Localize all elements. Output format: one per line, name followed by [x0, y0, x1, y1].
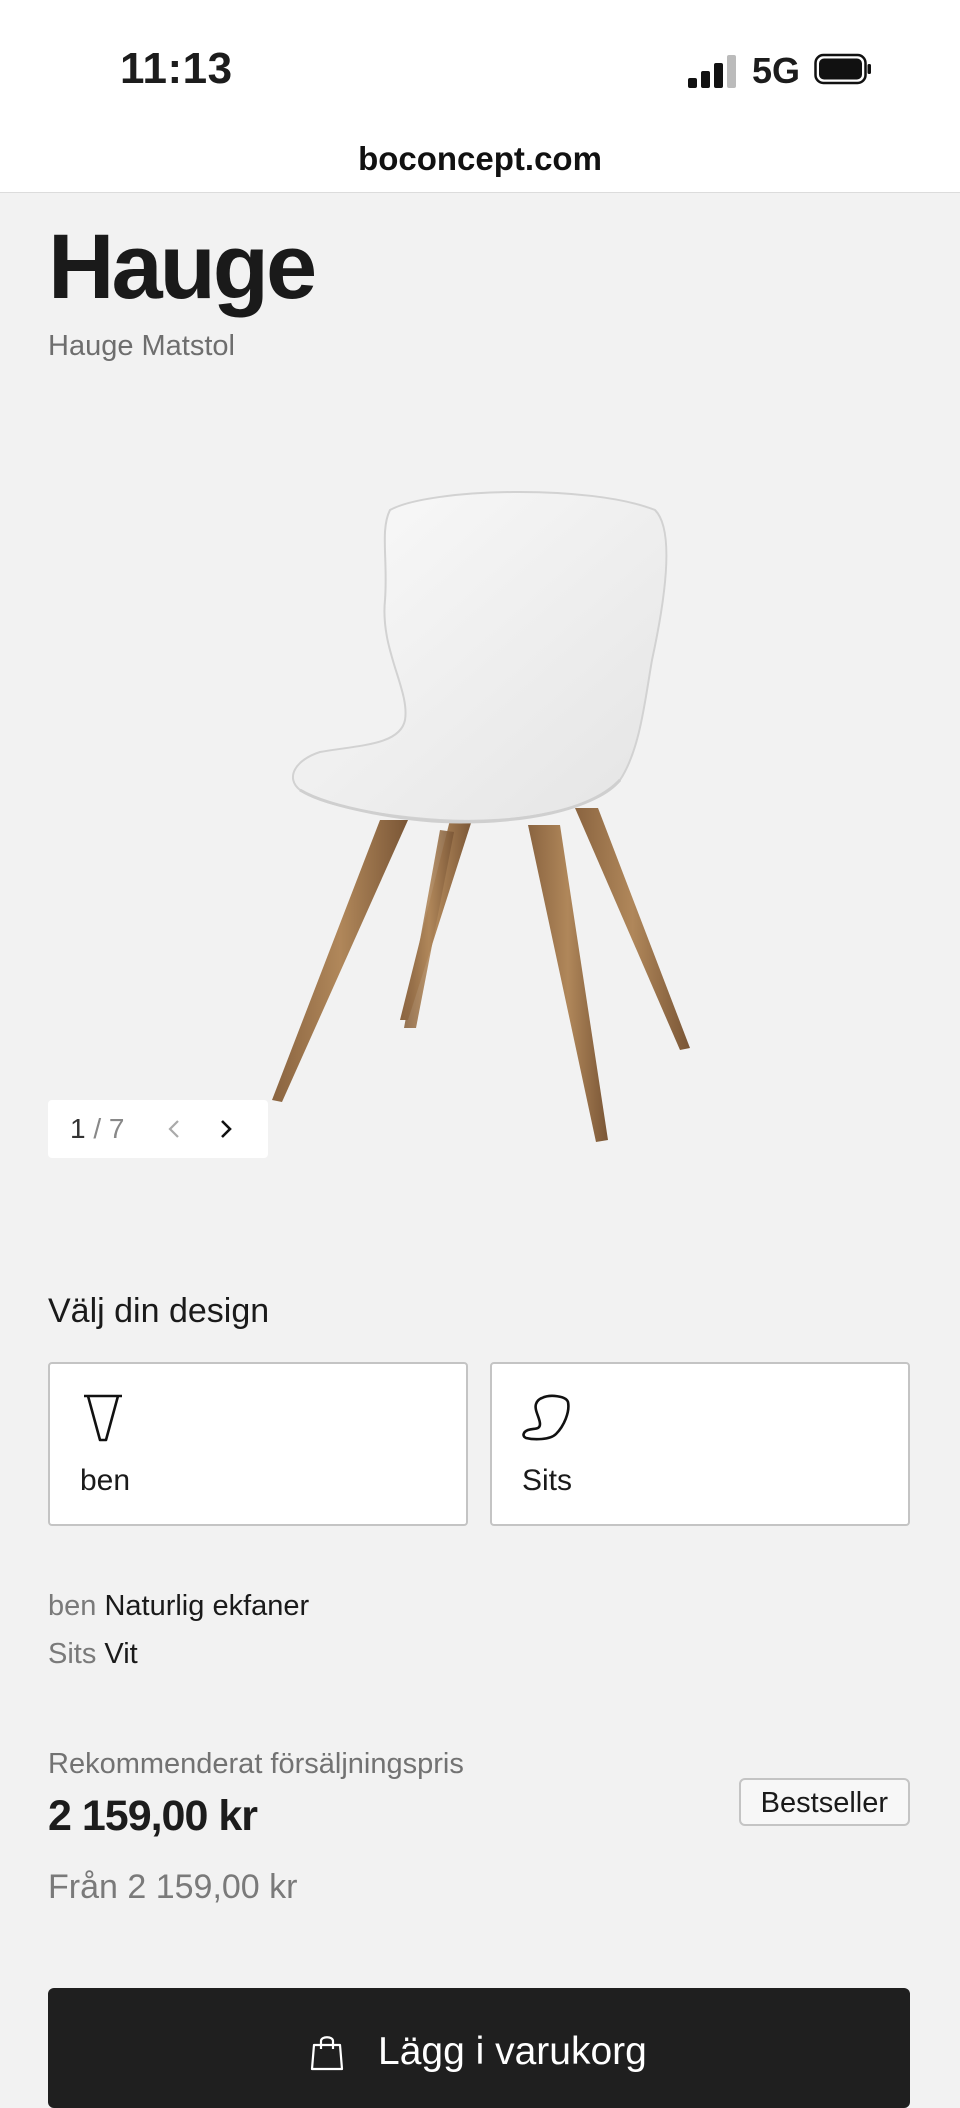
design-heading: Välj din design	[48, 1292, 270, 1330]
url-text[interactable]: boconcept.com	[0, 140, 960, 178]
status-bar: 11:13 5G	[0, 0, 960, 130]
chair-image[interactable]	[260, 490, 710, 1150]
design-option-legs[interactable]: ben	[48, 1362, 468, 1526]
design-option-seat[interactable]: Sits	[490, 1362, 910, 1526]
spec-key: ben	[48, 1590, 97, 1622]
gallery-separator: /	[85, 1113, 109, 1144]
design-option-legs-label: ben	[80, 1464, 131, 1497]
spec-row-seat: Sits Vit	[48, 1638, 138, 1671]
add-to-cart-label: Lägg i varukorg	[378, 2030, 647, 2073]
product-subtitle: Hauge Matstol	[48, 330, 235, 362]
spec-row-legs: ben Naturlig ekfaner	[48, 1590, 309, 1623]
bestseller-badge: Bestseller	[738, 1778, 910, 1826]
clock: 11:13	[120, 44, 233, 93]
design-option-seat-label: Sits	[522, 1464, 573, 1497]
gallery-current: 1	[70, 1113, 86, 1144]
seat-shell-icon	[522, 1394, 570, 1441]
spec-value: Vit	[104, 1638, 138, 1670]
price-caption: Rekommenderat försäljningspris	[48, 1748, 464, 1780]
gallery-pager: 1 / 7	[48, 1100, 268, 1158]
chevron-right-icon[interactable]	[212, 1116, 238, 1142]
network-label: 5G	[752, 50, 801, 91]
product-title: Hauge	[48, 216, 317, 318]
spec-key: Sits	[48, 1638, 97, 1670]
shopping-bag-icon	[310, 2036, 344, 2071]
gallery-counter: 1 / 7	[70, 1113, 125, 1145]
address-bar[interactable]: boconcept.com	[0, 130, 960, 193]
add-to-cart-button[interactable]: Lägg i varukorg	[48, 1988, 910, 2108]
battery-icon	[814, 53, 871, 85]
signal-icon	[688, 54, 736, 88]
chair-leg-icon	[84, 1394, 122, 1442]
chevron-left-icon[interactable]	[162, 1116, 188, 1142]
spec-value: Naturlig ekfaner	[104, 1590, 310, 1622]
price: 2 159,00 kr	[48, 1792, 258, 1840]
gallery-total: 7	[108, 1113, 125, 1144]
from-price: Från 2 159,00 kr	[48, 1868, 298, 1906]
